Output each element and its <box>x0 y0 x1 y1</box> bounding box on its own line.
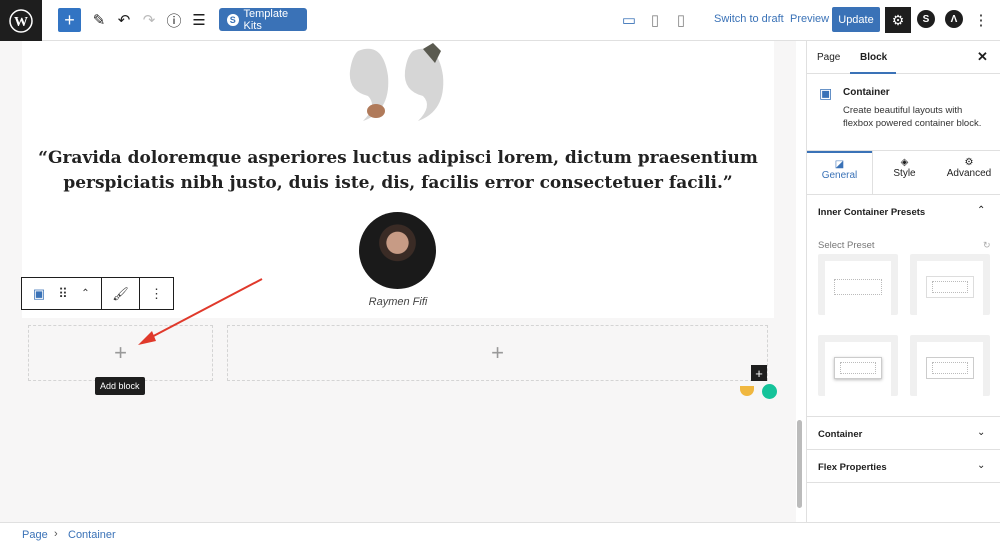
inserter-plus-icon[interactable]: + <box>751 365 767 381</box>
info-icon[interactable]: ⓘ <box>165 8 183 32</box>
svg-text:W: W <box>14 15 28 30</box>
avatar <box>359 212 436 289</box>
wordpress-logo[interactable]: W <box>0 0 42 41</box>
undo-icon[interactable]: ↶ <box>115 8 133 32</box>
block-name: Container <box>843 87 890 98</box>
tab-advanced[interactable]: ⚙ Advanced <box>937 151 1000 195</box>
update-button[interactable]: Update <box>832 7 880 32</box>
pencil-icon[interactable]: ✎ <box>90 8 108 32</box>
tooltip: Add block <box>95 377 145 395</box>
red-arrow-annotation <box>138 278 263 345</box>
reset-icon[interactable]: ↻ <box>983 240 991 251</box>
astra-icon[interactable]: Λ <box>945 10 963 28</box>
tab-style[interactable]: ◈ Style <box>872 151 936 195</box>
paint-bucket-icon: ◈ <box>900 157 909 168</box>
template-kits-button[interactable]: S Template Kits <box>219 8 307 32</box>
lightning-icon: S <box>227 13 239 26</box>
move-up-down-icon[interactable]: ⌃ <box>70 278 102 309</box>
preset-option[interactable] <box>910 254 990 315</box>
chevron-right-icon: › <box>54 528 58 540</box>
redo-icon[interactable]: ↷ <box>140 8 158 32</box>
panel-flex-properties[interactable]: Flex Properties ⌄ <box>807 450 1000 483</box>
plugin-icon[interactable] <box>740 386 754 396</box>
container-icon: ▣ <box>819 85 833 101</box>
add-block-area[interactable]: + <box>227 325 768 381</box>
breadcrumb-container[interactable]: Container <box>68 529 116 541</box>
scrollbar[interactable] <box>797 420 802 508</box>
quote-mark-image <box>349 43 444 121</box>
mobile-icon[interactable]: ▯ <box>672 8 690 32</box>
chevron-down-icon: ⌄ <box>977 460 986 471</box>
tab-general[interactable]: ◪ General <box>807 151 872 195</box>
settings-icon[interactable]: ⚙ <box>885 7 911 33</box>
general-icon: ◪ <box>834 159 845 170</box>
add-block-button[interactable]: + <box>58 8 81 32</box>
tab-block[interactable]: Block <box>860 52 887 63</box>
more-options-icon[interactable]: ⋮ <box>974 8 989 32</box>
block-description: Create beautiful layouts with flexbox po… <box>843 105 982 129</box>
presets-title[interactable]: Inner Container Presets <box>818 207 925 218</box>
chevron-down-icon: ⌄ <box>977 427 986 438</box>
panel-container[interactable]: Container ⌄ <box>807 417 1000 450</box>
breadcrumb: Page › Container <box>0 522 1000 546</box>
close-icon[interactable]: ✕ <box>977 49 988 65</box>
preset-option[interactable] <box>818 335 898 396</box>
preset-option[interactable] <box>910 335 990 396</box>
top-toolbar: W + ✎ ↶ ↷ ⓘ ☰ S Template Kits ▭ ▯ ▯ Switc… <box>0 0 1000 41</box>
spectra-icon[interactable]: S <box>917 10 935 28</box>
switch-to-draft-link[interactable]: Switch to draft <box>714 13 784 25</box>
breadcrumb-page[interactable]: Page <box>22 529 48 541</box>
tab-page[interactable]: Page <box>817 52 840 63</box>
gear-icon: ⚙ <box>964 157 974 168</box>
editor-canvas: “Gravida doloremque asperiores luctus ad… <box>0 41 796 522</box>
desktop-icon[interactable]: ▭ <box>620 8 638 32</box>
preset-option[interactable] <box>818 254 898 315</box>
grammarly-icon[interactable] <box>762 384 777 399</box>
preview-link[interactable]: Preview <box>790 13 829 25</box>
list-view-icon[interactable]: ☰ <box>190 8 208 32</box>
container-icon[interactable]: ▣ <box>22 278 56 309</box>
drag-handle-icon[interactable]: ⠿ <box>56 278 70 309</box>
select-preset-label: Select Preset <box>818 240 875 251</box>
chevron-up-icon[interactable]: ⌃ <box>977 205 985 216</box>
settings-sidebar: Page Block ✕ ▣ Container Create beautifu… <box>806 41 1000 522</box>
testimonial-quote: “Gravida doloremque asperiores luctus ad… <box>38 148 758 193</box>
tablet-icon[interactable]: ▯ <box>646 8 664 32</box>
